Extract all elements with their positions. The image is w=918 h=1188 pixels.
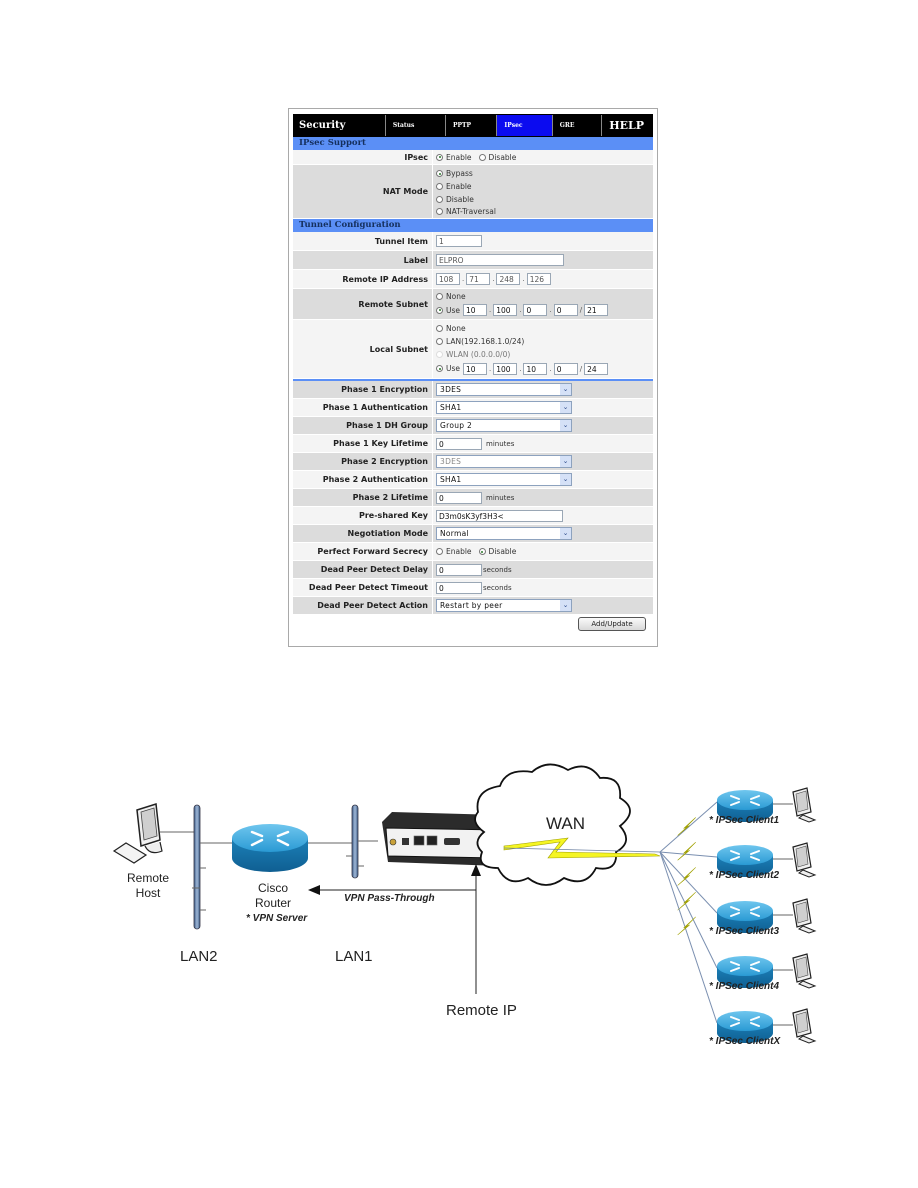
vpn-server-label: * VPN Server [246, 913, 308, 924]
remote-host-label: Remote Host [118, 871, 178, 901]
client-computer-icon [792, 842, 817, 878]
ipsec-clients-group [659, 787, 817, 1044]
client-label: * IPSec Client4 [709, 981, 780, 992]
remote-ip-arrow [471, 864, 481, 994]
remote-host-computer-icon [112, 803, 195, 864]
client-label: * IPSec Client3 [709, 926, 780, 937]
lan1-bus-bar [346, 804, 378, 879]
client-link-line [659, 851, 718, 858]
client-lightning-icon [677, 817, 696, 836]
client-link-line [659, 801, 718, 853]
lan1-label: LAN1 [335, 948, 373, 965]
remote-ip-label: Remote IP [446, 1002, 517, 1019]
cisco-router-text: Cisco Router [254, 881, 292, 910]
wan-label: WAN [546, 814, 586, 833]
cisco-router-label: Cisco Router [252, 881, 294, 911]
lan2-bus-bar [192, 804, 232, 930]
client-label: * IPSec Client1 [709, 815, 780, 826]
cisco-router-icon [232, 824, 352, 872]
client-computer-icon [792, 953, 817, 989]
client-computer-icon [792, 1008, 817, 1044]
client-computer-icon [792, 787, 817, 823]
client-label: * IPSec ClientX [709, 1036, 781, 1047]
client-label: * IPSec Client2 [709, 870, 780, 881]
network-diagram: Remote Host Cisco Router * VPN Server VP… [0, 0, 918, 1188]
vpn-pass-through-label: VPN Pass-Through [344, 893, 435, 904]
client-lightning-icon [677, 891, 696, 911]
client-lightning-icon [677, 867, 696, 886]
client-lightning-icon [677, 842, 696, 861]
client-computer-icon [792, 898, 817, 934]
remote-host-text: Remote Host [126, 871, 170, 900]
lan2-label: LAN2 [180, 948, 218, 965]
client-link-line [659, 851, 718, 914]
